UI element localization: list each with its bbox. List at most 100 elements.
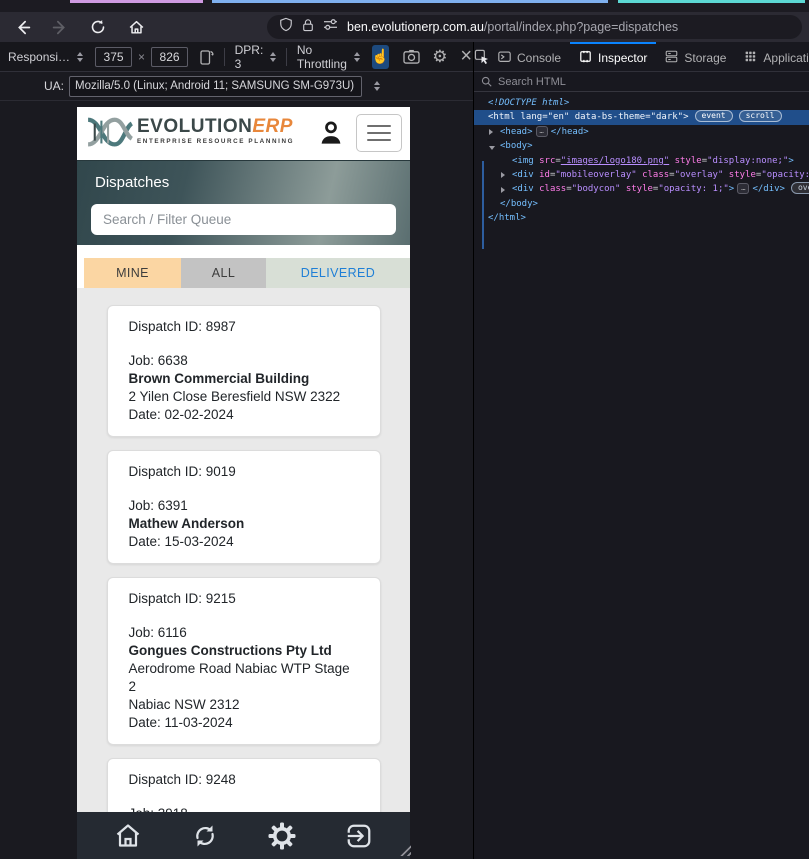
app-logo[interactable]: EVOLUTIONERP ENTERPRISE RESOURCE PLANNIN… bbox=[85, 114, 294, 152]
page-title: Dispatches bbox=[95, 174, 170, 191]
dispatch-card[interactable]: Dispatch ID: 8987 Job: 6638 Brown Commerci… bbox=[106, 305, 381, 437]
customer-name: Gongues Constructions Pty Ltd bbox=[128, 643, 332, 658]
tab-all[interactable]: ALL bbox=[181, 258, 266, 288]
devtools-tab-inspector[interactable]: Inspector bbox=[570, 42, 657, 71]
dispatch-card[interactable]: Dispatch ID: 9215 Job: 6116 Gongues Constr… bbox=[106, 577, 381, 745]
devtools-tab-application[interactable]: Application bbox=[735, 42, 809, 71]
queue-search-input[interactable] bbox=[91, 204, 396, 235]
nav-sync-button[interactable] bbox=[188, 819, 222, 853]
dispatch-date: Date: 11-03-2024 bbox=[128, 715, 233, 730]
dispatch-tabs: MINE ALL DELIVERED bbox=[77, 258, 410, 288]
app-bottom-nav bbox=[77, 812, 410, 859]
devtools-tabbar: ConsoleInspectorStorageApplication bbox=[474, 42, 809, 72]
rdm-toolbar: Responsi… × DPR: 3 No Throttling ☝ ⚙ × bbox=[0, 42, 473, 72]
pick-element-icon bbox=[474, 49, 489, 64]
container-tab-line-blue bbox=[212, 0, 608, 3]
node-badge[interactable]: event bbox=[694, 110, 733, 123]
browser-toolbar: ben.evolutionerp.com.au/portal/index.php… bbox=[0, 12, 809, 42]
nav-logout-button[interactable] bbox=[342, 819, 376, 853]
tab-strip[interactable] bbox=[0, 0, 809, 12]
nav-home-button[interactable] bbox=[111, 819, 145, 853]
menu-button[interactable] bbox=[356, 114, 402, 152]
markup-line[interactable]: <img src="images/logo180.png" style="dis… bbox=[474, 154, 809, 168]
app-header: EVOLUTIONERP ENTERPRISE RESOURCE PLANNIN… bbox=[77, 107, 410, 160]
storage-icon bbox=[665, 50, 678, 66]
device-selector[interactable]: Responsi… bbox=[8, 50, 84, 64]
hamburger-icon bbox=[367, 125, 391, 127]
ua-stepper-icon[interactable] bbox=[374, 81, 381, 91]
url-text[interactable]: ben.evolutionerp.com.au/portal/index.php… bbox=[347, 20, 678, 34]
markup-line[interactable]: <head>… </head> bbox=[474, 125, 809, 139]
markup-line[interactable]: <body> bbox=[474, 139, 809, 153]
browser-window: ben.evolutionerp.com.au/portal/index.php… bbox=[0, 0, 809, 859]
forward-icon[interactable] bbox=[48, 15, 72, 39]
expand-arrow-icon[interactable] bbox=[501, 186, 505, 193]
console-icon bbox=[498, 50, 511, 66]
dispatch-id: Dispatch ID: 9248 bbox=[128, 772, 236, 787]
pick-element-button[interactable] bbox=[474, 42, 489, 71]
devtools-tab-console[interactable]: Console bbox=[489, 42, 570, 71]
rotate-viewport-icon[interactable] bbox=[198, 45, 214, 69]
search-html-bar[interactable]: Search HTML bbox=[474, 72, 809, 92]
back-icon[interactable] bbox=[10, 15, 34, 39]
chevron-updown-icon bbox=[270, 51, 277, 62]
inspector-icon bbox=[579, 50, 592, 66]
node-badge[interactable]: overflow bbox=[790, 182, 809, 195]
reload-icon[interactable] bbox=[86, 15, 110, 39]
search-icon bbox=[481, 76, 492, 87]
expand-arrow-icon[interactable] bbox=[501, 172, 505, 179]
url-bar[interactable]: ben.evolutionerp.com.au/portal/index.php… bbox=[267, 15, 802, 39]
customer-name: Brown Commercial Building bbox=[128, 371, 310, 386]
devtools-panel: ConsoleInspectorStorageApplication Searc… bbox=[474, 42, 809, 859]
collapse-arrow-icon[interactable] bbox=[489, 145, 495, 150]
rdm-close-icon[interactable]: × bbox=[460, 45, 473, 69]
permissions-icon[interactable] bbox=[323, 18, 338, 36]
collapsed-content-icon[interactable]: … bbox=[535, 125, 548, 137]
profile-button[interactable] bbox=[314, 116, 348, 150]
ua-input[interactable] bbox=[69, 75, 363, 97]
dispatch-id: Dispatch ID: 8987 bbox=[128, 319, 236, 334]
tab-mine[interactable]: MINE bbox=[84, 258, 181, 288]
ua-label: UA: bbox=[44, 79, 65, 93]
dna-helix-icon bbox=[87, 117, 133, 147]
markup-line[interactable]: <!DOCTYPE html> bbox=[474, 96, 809, 110]
dispatch-id: Dispatch ID: 9019 bbox=[128, 464, 236, 479]
dimension-separator: × bbox=[138, 49, 146, 64]
chevron-updown-icon bbox=[353, 51, 360, 62]
tab-delivered[interactable]: DELIVERED bbox=[266, 258, 410, 288]
markup-line[interactable]: </body> bbox=[474, 197, 809, 211]
dispatch-date: Date: 15-03-2024 bbox=[128, 534, 234, 549]
shield-icon[interactable] bbox=[279, 17, 293, 37]
dispatch-card[interactable]: Dispatch ID: 9019 Job: 6391 Mathew Anderso… bbox=[106, 450, 381, 564]
collapsed-content-icon[interactable]: … bbox=[737, 183, 750, 195]
dpr-selector[interactable]: DPR: 3 bbox=[235, 43, 277, 71]
viewport-height-input[interactable] bbox=[151, 46, 189, 67]
dispatch-date: Date: 02-02-2024 bbox=[128, 407, 234, 422]
lock-icon[interactable] bbox=[302, 18, 314, 37]
screenshot-icon[interactable] bbox=[403, 45, 420, 69]
touch-simulation-button[interactable]: ☝ bbox=[371, 44, 390, 69]
home-icon bbox=[116, 823, 139, 847]
markup-line[interactable]: </html> bbox=[474, 211, 809, 225]
viewport-width-input[interactable] bbox=[95, 46, 133, 67]
markup-line[interactable]: <html lang="en" data-bs-theme="dark"> eve… bbox=[474, 110, 809, 125]
gear-icon bbox=[268, 822, 296, 849]
throttling-selector[interactable]: No Throttling bbox=[297, 43, 360, 71]
address-line: Aerodrome Road Nabiac WTP Stage 2 bbox=[128, 661, 350, 694]
node-badge[interactable]: scroll bbox=[738, 110, 782, 123]
nav-settings-button[interactable] bbox=[265, 819, 299, 853]
search-html-placeholder: Search HTML bbox=[498, 75, 566, 88]
container-tab-line-teal bbox=[618, 0, 805, 3]
page-hero: Dispatches bbox=[77, 160, 410, 245]
person-icon bbox=[321, 121, 341, 144]
devtools-tab-storage[interactable]: Storage bbox=[656, 42, 735, 71]
home-icon[interactable] bbox=[124, 15, 148, 39]
markup-line[interactable]: <div id="mobileoverlay" class="overlay" … bbox=[474, 168, 809, 182]
dispatch-list: Dispatch ID: 8987 Job: 6638 Brown Commerci… bbox=[77, 288, 410, 859]
address-line: Nabiac NSW 2312 bbox=[128, 697, 240, 712]
touch-icon: ☝ bbox=[371, 48, 390, 64]
job-number: Job: 6116 bbox=[128, 625, 187, 640]
markup-line[interactable]: <div class="bodycon" style="opacity: 1;"… bbox=[474, 182, 809, 196]
expand-arrow-icon[interactable] bbox=[489, 129, 493, 136]
rdm-settings-gear-icon[interactable]: ⚙ bbox=[432, 45, 447, 69]
